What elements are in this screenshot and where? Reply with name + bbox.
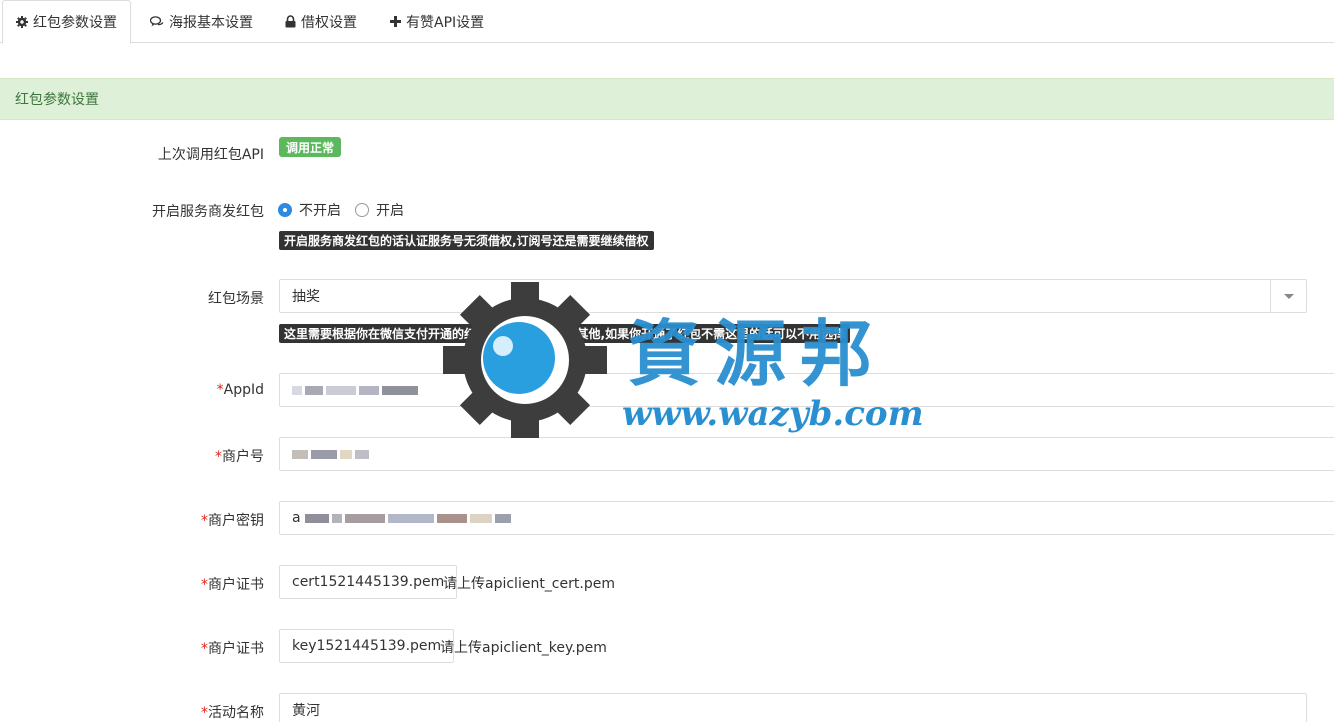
gear-icon bbox=[16, 16, 28, 28]
mch-key-input[interactable]: a bbox=[279, 501, 1334, 535]
blurred-text bbox=[469, 513, 492, 523]
required-mark: * bbox=[201, 513, 208, 529]
tab-bar: 红包参数设置 海报基本设置 借权设置 有赞API设置 bbox=[0, 0, 1334, 44]
required-mark: * bbox=[201, 705, 208, 721]
act-name-input[interactable]: 黄河 bbox=[279, 693, 1307, 722]
tab-poster-settings[interactable]: 海报基本设置 bbox=[150, 0, 253, 43]
tab-label: 有赞API设置 bbox=[406, 14, 485, 31]
radio-enable-label[interactable]: 开启 bbox=[376, 200, 404, 220]
api-status-label: 上次调用红包API bbox=[157, 147, 264, 163]
scene-select-value: 抽奖 bbox=[292, 289, 320, 305]
blurred-text bbox=[340, 449, 352, 459]
blurred-text bbox=[305, 385, 323, 395]
cert-label-text: 商户证书 bbox=[208, 577, 264, 593]
blurred-text bbox=[387, 513, 434, 523]
comments-icon bbox=[150, 15, 164, 28]
key-label: *商户证书 bbox=[201, 638, 264, 658]
cert-upload-hint: 请上传apiclient_cert.pem bbox=[443, 576, 615, 592]
scene-label: 红包场景 bbox=[208, 291, 264, 307]
tab-redpack-params[interactable]: 红包参数设置 bbox=[2, 0, 131, 44]
mch-key-label: *商户密钥 bbox=[201, 510, 264, 530]
appid-label: *AppId bbox=[217, 382, 264, 398]
tab-label: 海报基本设置 bbox=[169, 14, 253, 31]
panel-heading: 红包参数设置 bbox=[0, 78, 1334, 120]
service-redpack-hint: 开启服务商发红包的话认证服务号无须借权,订阅号还是需要继续借权 bbox=[279, 231, 654, 250]
lock-icon bbox=[285, 15, 296, 28]
service-redpack-label: 开启服务商发红包 bbox=[152, 204, 264, 220]
blurred-text bbox=[331, 513, 342, 523]
tab-youzan-api[interactable]: 有赞API设置 bbox=[390, 0, 484, 43]
chevron-down-icon bbox=[1270, 280, 1306, 312]
watermark-text: 資源邦 bbox=[628, 311, 887, 396]
blurred-text bbox=[344, 513, 385, 523]
blurred-text bbox=[359, 385, 379, 395]
blurred-text bbox=[494, 513, 511, 523]
blurred-text bbox=[382, 385, 418, 395]
appid-label-text: AppId bbox=[223, 382, 264, 398]
radio-disable-label[interactable]: 不开启 bbox=[299, 200, 341, 220]
blurred-text bbox=[292, 449, 308, 459]
mch-key-value-prefix: a bbox=[292, 510, 301, 526]
cert-file-button[interactable]: cert1521445139.pem bbox=[279, 565, 458, 599]
mch-key-label-text: 商户密钥 bbox=[208, 513, 264, 529]
service-redpack-radio-group: 不开启 开启 bbox=[278, 200, 418, 220]
blurred-text bbox=[292, 385, 302, 395]
key-label-text: 商户证书 bbox=[208, 641, 264, 657]
blurred-text bbox=[436, 513, 467, 523]
watermark-url: www.wazyb.com bbox=[622, 394, 924, 434]
blurred-text bbox=[326, 385, 356, 395]
mch-id-label: *商户号 bbox=[215, 446, 264, 466]
required-mark: * bbox=[216, 382, 224, 398]
status-badge: 调用正常 bbox=[279, 137, 342, 157]
cert-label: *商户证书 bbox=[201, 574, 264, 594]
radio-enable[interactable] bbox=[355, 203, 369, 217]
required-mark: * bbox=[215, 449, 222, 465]
act-name-label-text: 活动名称 bbox=[208, 705, 264, 721]
tab-borrow-auth[interactable]: 借权设置 bbox=[285, 0, 357, 43]
required-mark: * bbox=[201, 641, 208, 657]
watermark-gear-icon bbox=[443, 282, 607, 438]
plus-icon bbox=[390, 16, 401, 27]
key-file-button[interactable]: key1521445139.pem bbox=[279, 629, 455, 663]
blurred-text bbox=[311, 449, 337, 459]
tab-label: 红包参数设置 bbox=[33, 15, 117, 31]
mch-id-input[interactable] bbox=[279, 437, 1334, 471]
required-mark: * bbox=[201, 577, 208, 593]
blurred-text bbox=[304, 513, 329, 523]
tab-label: 借权设置 bbox=[301, 14, 357, 31]
radio-disable[interactable] bbox=[278, 203, 292, 217]
blurred-text bbox=[355, 449, 369, 459]
key-upload-hint: 请上传apiclient_key.pem bbox=[440, 640, 607, 656]
act-name-label: *活动名称 bbox=[201, 702, 264, 722]
mch-id-label-text: 商户号 bbox=[222, 449, 264, 465]
